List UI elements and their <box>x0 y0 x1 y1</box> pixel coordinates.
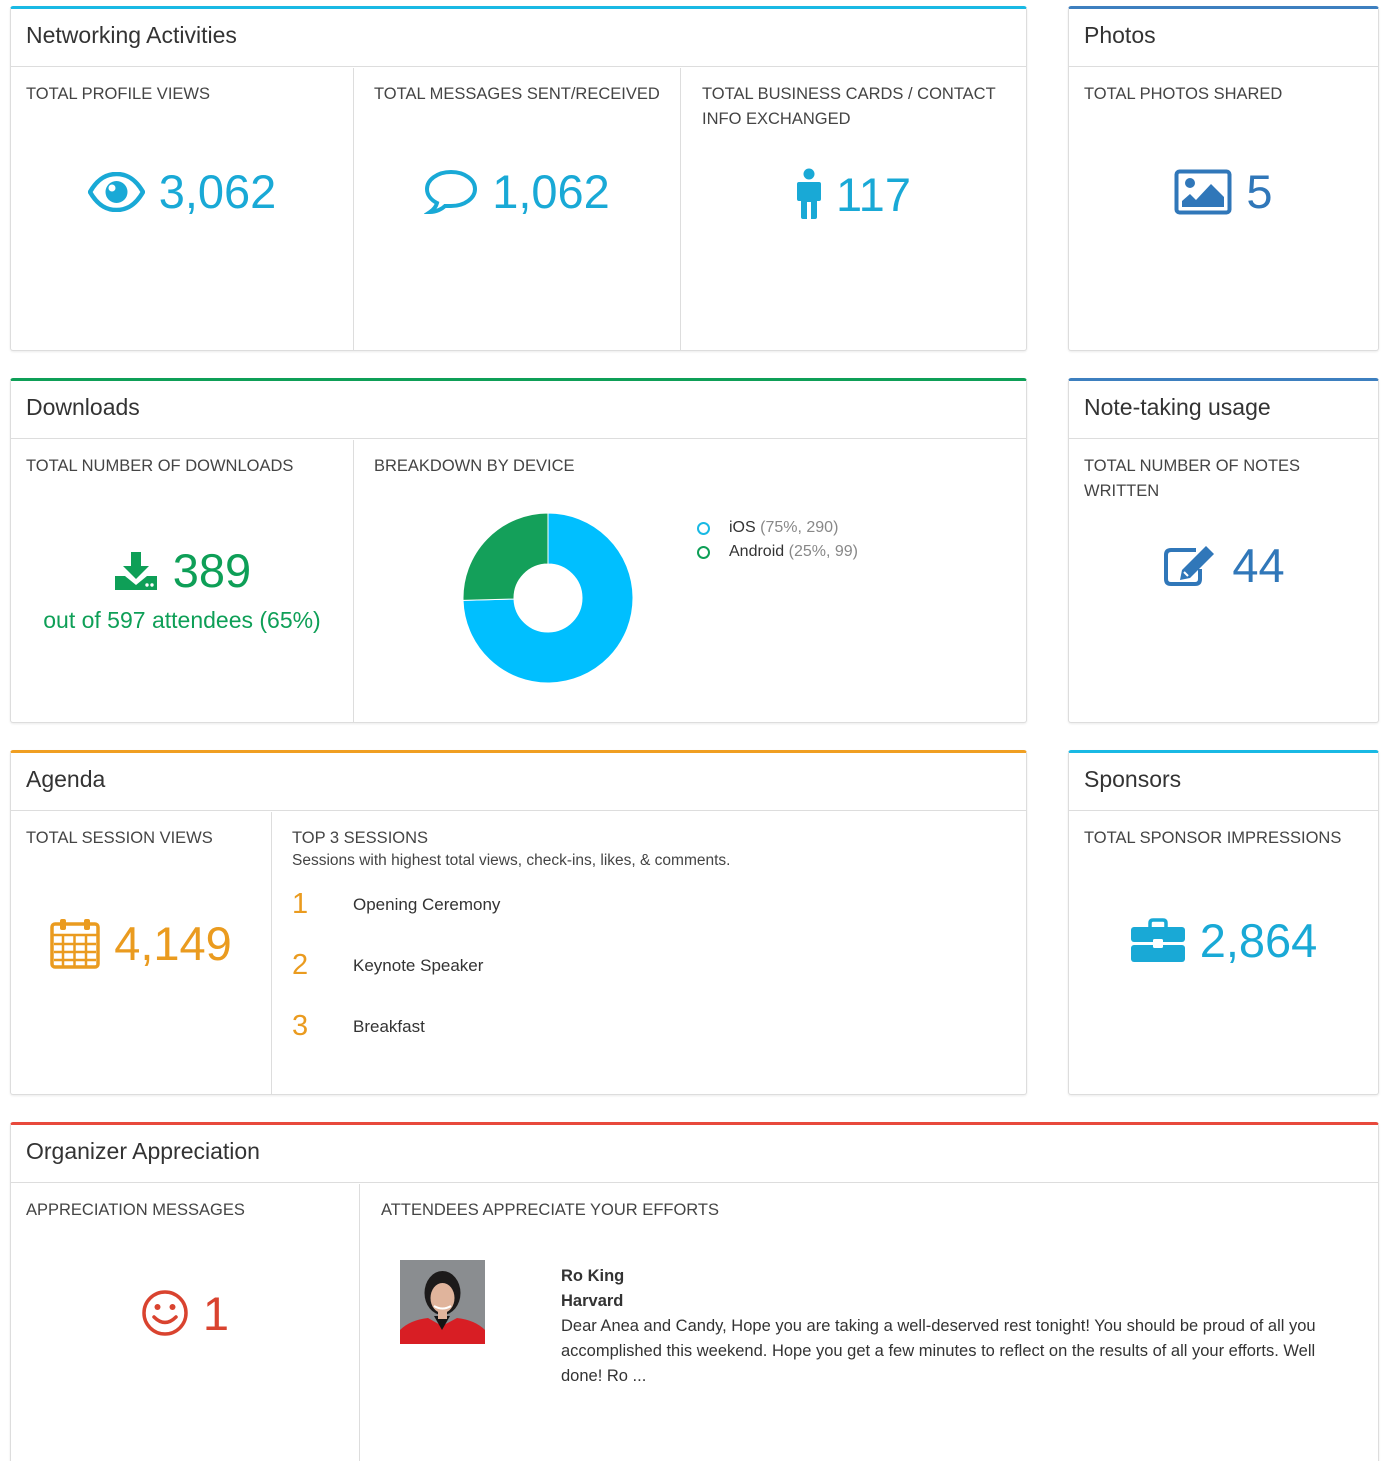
sponsors-cell: TOTAL SPONSOR IMPRESSIONS 2,864 <box>1069 812 1378 1094</box>
business-cards-cell: TOTAL BUSINESS CARDS / CONTACT INFO EXCH… <box>681 68 1026 350</box>
eye-icon <box>87 171 145 212</box>
legend-marker-icon <box>697 545 710 559</box>
list-item[interactable]: 3 Breakfast <box>272 996 1026 1057</box>
image-icon <box>1174 169 1232 215</box>
panel-title: Photos <box>1069 9 1378 67</box>
messages-value: 1,062 <box>492 165 610 218</box>
stat-label: TOTAL BUSINESS CARDS / CONTACT INFO EXCH… <box>702 85 996 128</box>
message-text: Dear Anea and Candy, Hope you are taking… <box>561 1317 1316 1385</box>
session-views-cell: TOTAL SESSION VIEWS 4,149 <box>11 812 272 1094</box>
author-organization: Harvard <box>561 1292 624 1310</box>
panel-title: Networking Activities <box>11 9 1026 67</box>
panel-title: Organizer Appreciation <box>11 1125 1378 1183</box>
session-views-value: 4,149 <box>114 916 232 970</box>
stat-label: BREAKDOWN BY DEVICE <box>374 457 575 475</box>
stat-label: TOTAL PHOTOS SHARED <box>1084 85 1283 103</box>
session-rank: 2 <box>292 949 309 981</box>
stat-label: TOP 3 SESSIONS <box>292 829 429 847</box>
stat-label: TOTAL MESSAGES SENT/RECEIVED <box>374 85 660 103</box>
session-name: Opening Ceremony <box>353 894 501 914</box>
photos-stat: 5 <box>1069 168 1378 215</box>
business-cards-stat: 117 <box>681 168 1026 220</box>
list-item[interactable]: 2 Keynote Speaker <box>272 935 1026 996</box>
appreciation-value: 1 <box>202 1286 230 1340</box>
notes-value: 44 <box>1232 539 1285 592</box>
stat-label: APPRECIATION MESSAGES <box>26 1201 245 1219</box>
list-item[interactable]: 1 Opening Ceremony <box>272 874 1026 935</box>
panel-title: Note-taking usage <box>1069 381 1378 439</box>
legend-marker-icon <box>697 521 710 535</box>
sponsors-value: 2,864 <box>1199 914 1318 967</box>
legend-item-android: Android (25%, 99) <box>697 540 858 564</box>
appreciation-message: Ro King Harvard Dear Anea and Candy, Hop… <box>400 1260 1321 1389</box>
legend-detail: (75%, 290) <box>760 519 839 536</box>
profile-views-cell: TOTAL PROFILE VIEWS 3,062 <box>11 68 354 350</box>
stat-label: TOTAL NUMBER OF DOWNLOADS <box>26 457 294 475</box>
sponsors-stat: 2,864 <box>1069 917 1378 964</box>
downloads-panel: Downloads TOTAL NUMBER OF DOWNLOADS 389 … <box>10 378 1027 723</box>
author-name: Ro King <box>561 1267 625 1285</box>
session-name: Keynote Speaker <box>353 955 484 975</box>
legend-label: iOS <box>729 519 756 536</box>
avatar <box>400 1260 485 1344</box>
person-icon <box>796 168 822 220</box>
appreciation-messages-cell: APPRECIATION MESSAGES 1 <box>11 1184 360 1461</box>
device-donut-chart <box>462 512 634 684</box>
session-rank: 1 <box>292 888 309 920</box>
photos-value: 5 <box>1246 165 1273 218</box>
notes-cell: TOTAL NUMBER OF NOTES WRITTEN 44 <box>1069 440 1378 722</box>
downloads-subtext: out of 597 attendees (65%) <box>43 607 321 633</box>
edit-icon <box>1162 544 1218 588</box>
chart-legend: iOS (75%, 290) Android (25%, 99) <box>697 516 858 564</box>
profile-views-value: 3,062 <box>158 165 277 218</box>
sponsors-panel: Sponsors TOTAL SPONSOR IMPRESSIONS 2,864 <box>1068 750 1379 1095</box>
stat-label: TOTAL SESSION VIEWS <box>26 829 213 847</box>
attendee-messages-cell: ATTENDEES APPRECIATE YOUR EFFORTS Ro Kin… <box>360 1184 1378 1461</box>
messages-stat: 1,062 <box>354 168 680 215</box>
smiley-icon <box>141 1289 189 1337</box>
downloads-stat: 389 <box>11 547 353 594</box>
stat-label: ATTENDEES APPRECIATE YOUR EFFORTS <box>381 1201 720 1219</box>
pie-slice-android[interactable] <box>462 512 549 601</box>
legend-detail: (25%, 99) <box>788 543 858 560</box>
messages-cell: TOTAL MESSAGES SENT/RECEIVED 1,062 <box>354 68 681 350</box>
stat-label: TOTAL PROFILE VIEWS <box>26 85 210 103</box>
profile-views-stat: 3,062 <box>11 168 353 215</box>
notes-panel: Note-taking usage TOTAL NUMBER OF NOTES … <box>1068 378 1379 723</box>
speech-bubble-icon <box>424 169 478 215</box>
sessions-list: 1 Opening Ceremony 2 Keynote Speaker 3 B… <box>272 874 1026 1057</box>
download-icon <box>113 550 159 592</box>
photos-cell: TOTAL PHOTOS SHARED 5 <box>1069 68 1378 350</box>
notes-stat: 44 <box>1069 542 1378 589</box>
panel-title: Agenda <box>11 753 1026 811</box>
agenda-panel: Agenda TOTAL SESSION VIEWS 4,149 TOP 3 S… <box>10 750 1027 1095</box>
legend-label: Android <box>729 543 785 560</box>
panel-title: Sponsors <box>1069 753 1378 811</box>
networking-panel: Networking Activities TOTAL PROFILE VIEW… <box>10 6 1027 351</box>
device-breakdown-cell: BREAKDOWN BY DEVICE iOS (75%, 290) Andro… <box>354 440 1026 722</box>
downloads-total-cell: TOTAL NUMBER OF DOWNLOADS 389 out of 597… <box>11 440 354 722</box>
briefcase-icon <box>1130 917 1186 964</box>
top-sessions-description: Sessions with highest total views, check… <box>292 852 731 869</box>
panel-title: Downloads <box>11 381 1026 439</box>
calendar-icon <box>50 917 100 969</box>
top-sessions-cell: TOP 3 SESSIONS Sessions with highest tot… <box>272 812 1026 1094</box>
stat-label: TOTAL SPONSOR IMPRESSIONS <box>1084 829 1342 847</box>
appreciation-stat: 1 <box>11 1289 359 1337</box>
session-name: Breakfast <box>353 1016 425 1036</box>
photos-panel: Photos TOTAL PHOTOS SHARED 5 <box>1068 6 1379 351</box>
appreciation-panel: Organizer Appreciation APPRECIATION MESS… <box>10 1122 1379 1461</box>
downloads-value: 389 <box>172 544 252 597</box>
stat-label: TOTAL NUMBER OF NOTES WRITTEN <box>1084 457 1301 500</box>
session-rank: 3 <box>292 1010 309 1042</box>
session-views-stat: 4,149 <box>11 917 271 969</box>
business-cards-value: 117 <box>836 167 911 221</box>
legend-item-ios: iOS (75%, 290) <box>697 516 858 540</box>
